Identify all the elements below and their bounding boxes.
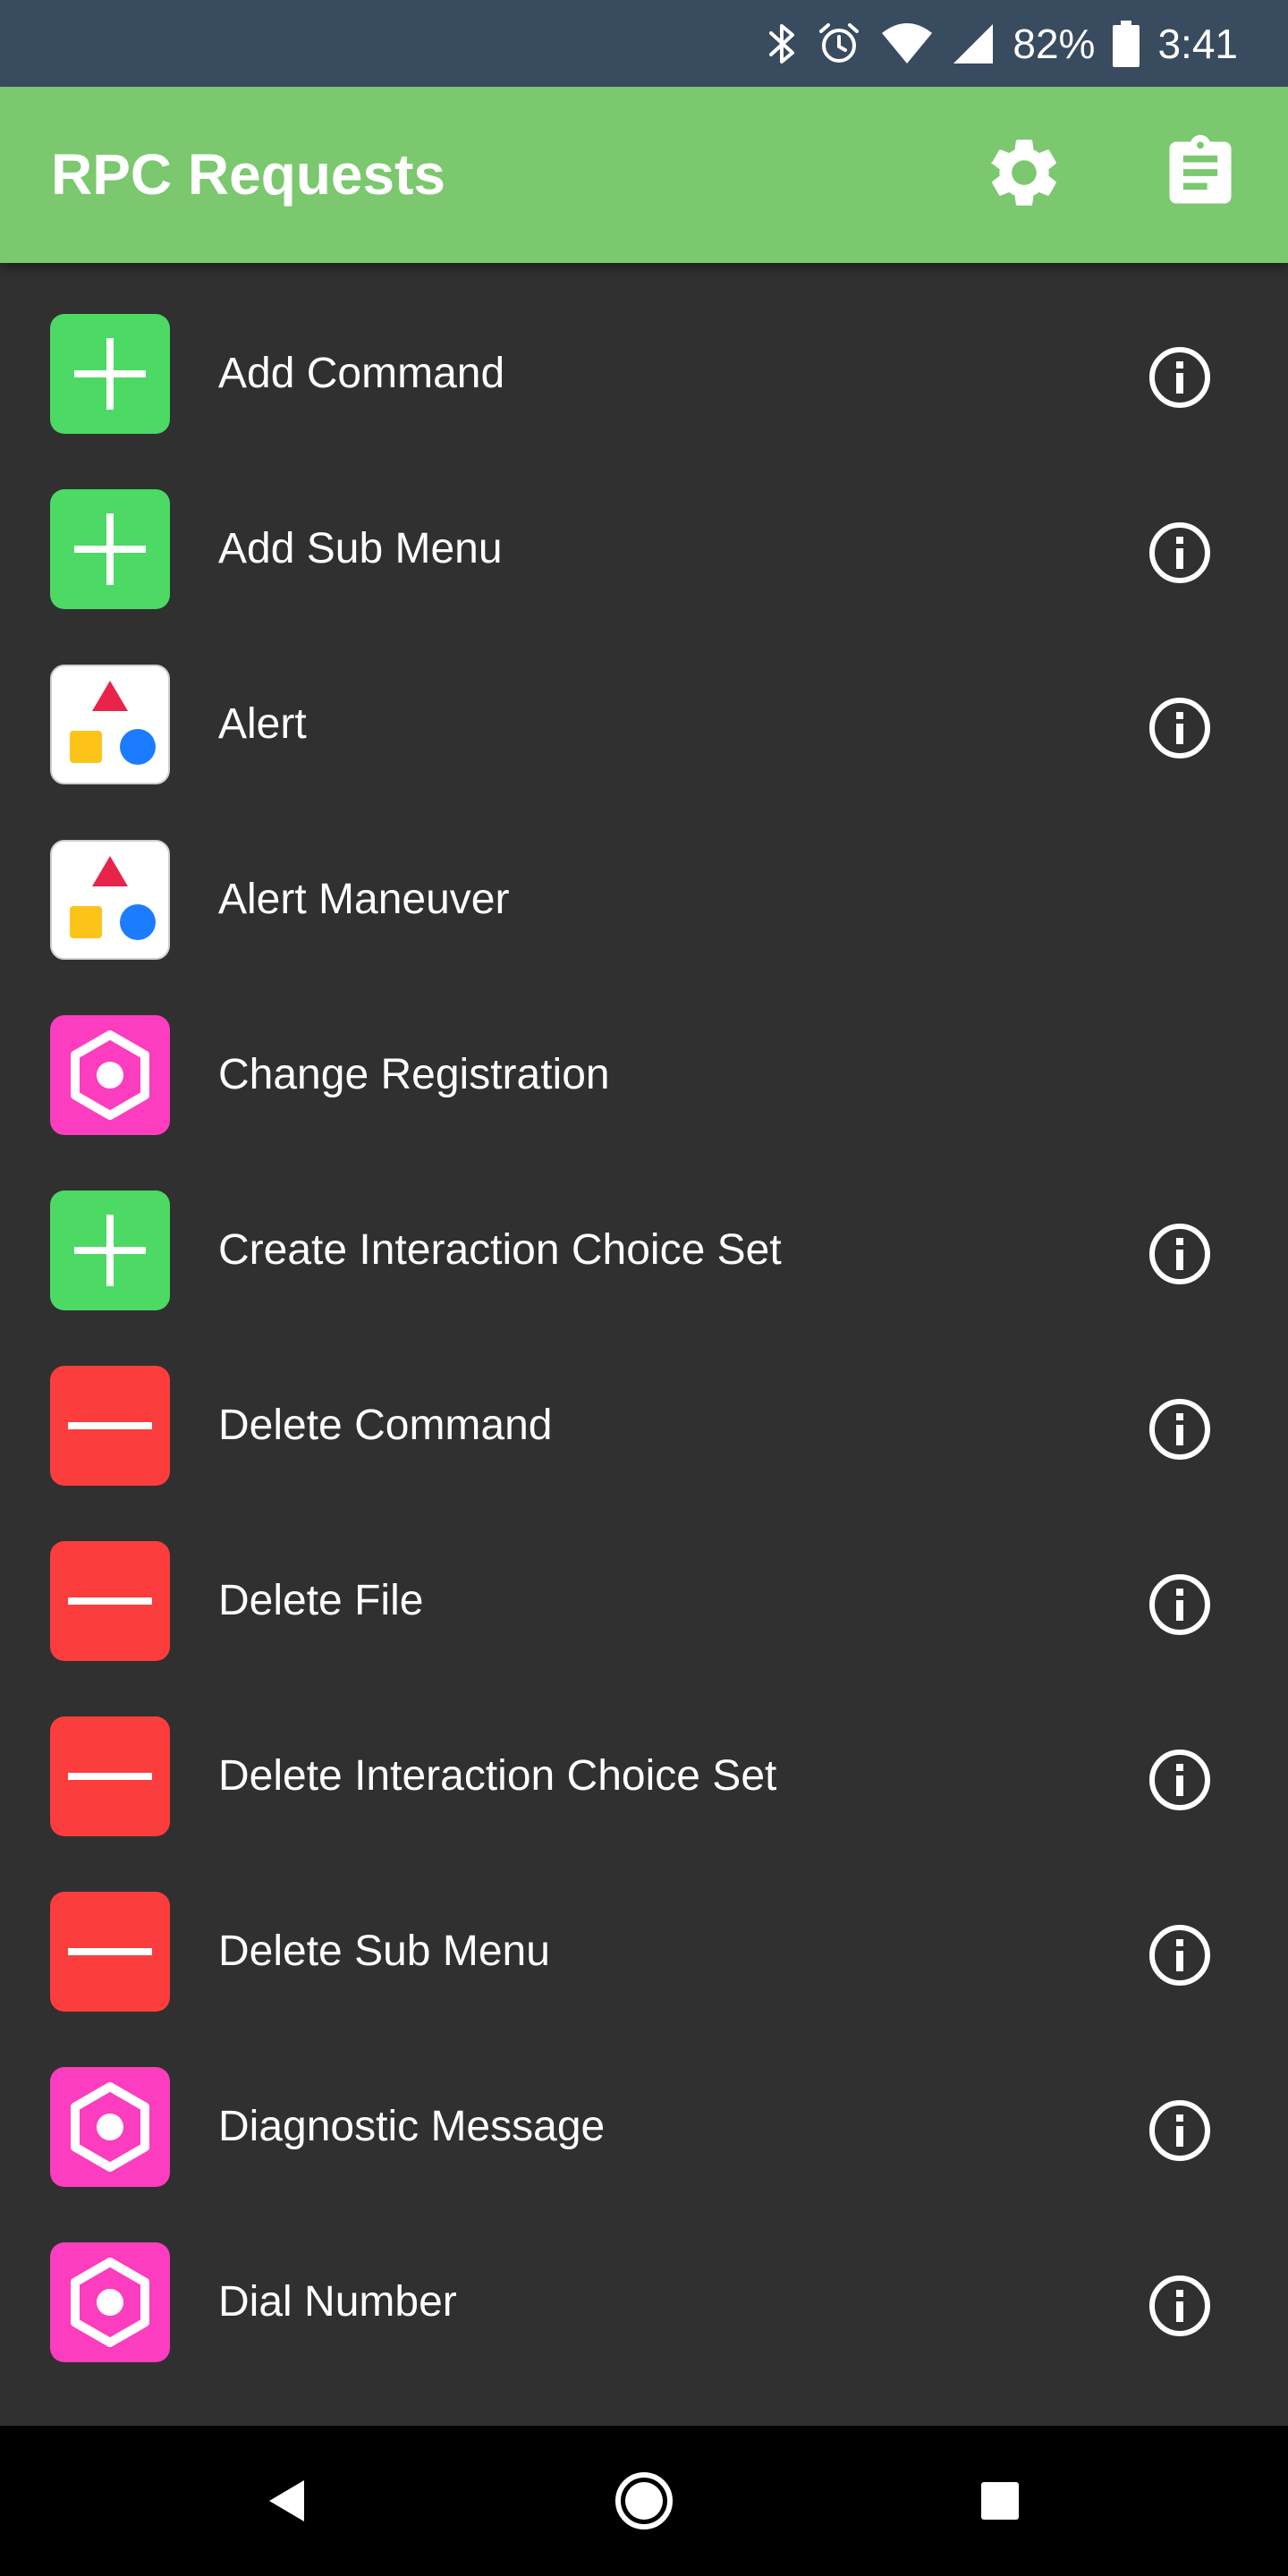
home-button[interactable]	[599, 2456, 689, 2546]
clipboard-button[interactable]	[1156, 130, 1245, 219]
list-item-label: Dial Number	[218, 2278, 457, 2326]
info-button[interactable]	[1148, 521, 1212, 585]
info-icon	[1149, 2275, 1210, 2336]
add-icon	[50, 314, 170, 434]
list-item[interactable]: Delete Sub Menu	[0, 1841, 1288, 2016]
recents-button[interactable]	[955, 2456, 1045, 2546]
info-icon	[1149, 1750, 1210, 1810]
info-icon	[1149, 2100, 1210, 2161]
list-item[interactable]: Delete Interaction Choice Set	[0, 1665, 1288, 1841]
settings-button[interactable]	[979, 130, 1069, 219]
shapes-icon	[50, 665, 170, 784]
info-icon	[1149, 1399, 1210, 1460]
recents-icon	[981, 2482, 1019, 2520]
settings-icon	[983, 131, 1065, 218]
list-item[interactable]: Delete Command	[0, 1315, 1288, 1490]
info-button[interactable]	[1148, 1572, 1212, 1637]
info-icon	[1149, 1574, 1210, 1635]
list-item-label: Change Registration	[218, 1051, 610, 1098]
list-item-label: Delete File	[218, 1577, 424, 1624]
add-icon	[50, 489, 170, 609]
app-bar: RPC Requests	[0, 87, 1288, 263]
wifi-icon	[880, 22, 934, 65]
clipboard-icon	[1159, 131, 1241, 218]
list-item-label: Diagnostic Message	[218, 2103, 606, 2150]
list-item-label: Add Sub Menu	[218, 525, 503, 572]
back-button[interactable]	[242, 2456, 331, 2546]
info-icon	[1149, 522, 1210, 583]
list-item[interactable]: Alert Maneuver	[0, 789, 1288, 964]
list-item[interactable]: Create Interaction Choice Set	[0, 1140, 1288, 1315]
list-item[interactable]: Change Registration	[0, 964, 1288, 1140]
list-item-label: Add Command	[218, 350, 505, 397]
info-button[interactable]	[1148, 2098, 1212, 2163]
home-icon	[615, 2472, 673, 2529]
remove-icon	[50, 1541, 170, 1661]
info-button[interactable]	[1148, 345, 1212, 410]
list-item[interactable]: Add Command	[0, 263, 1288, 438]
battery-icon	[1113, 20, 1140, 67]
shapes-icon	[50, 840, 170, 960]
hexagon-icon	[50, 2067, 170, 2187]
status-bar: 82% 3:41	[0, 0, 1288, 87]
back-icon	[269, 2480, 304, 2521]
page-title: RPC Requests	[51, 142, 445, 207]
hexagon-icon	[50, 2242, 170, 2362]
info-icon	[1149, 1224, 1210, 1284]
info-button[interactable]	[1148, 1748, 1212, 1812]
info-button[interactable]	[1148, 1397, 1212, 1462]
list-item[interactable]: Add Sub Menu	[0, 438, 1288, 614]
info-button[interactable]	[1148, 1222, 1212, 1286]
remove-icon	[50, 1366, 170, 1486]
list-item[interactable]: Delete File	[0, 1490, 1288, 1665]
list-item[interactable]: Diagnostic Message	[0, 2016, 1288, 2191]
navigation-bar	[0, 2426, 1288, 2576]
info-button[interactable]	[1148, 2274, 1212, 2338]
info-button[interactable]	[1148, 1923, 1212, 1987]
list-item-label: Delete Interaction Choice Set	[218, 1752, 777, 1800]
info-icon	[1149, 1925, 1210, 1986]
list-item-label: Delete Command	[218, 1402, 553, 1449]
list-item-label: Create Interaction Choice Set	[218, 1226, 782, 1274]
alarm-icon	[816, 21, 862, 67]
list-item[interactable]: Dial Number	[0, 2191, 1288, 2367]
list-item[interactable]: Alert	[0, 614, 1288, 789]
list-item-label: Alert Maneuver	[218, 876, 510, 923]
hexagon-icon	[50, 1015, 170, 1135]
info-icon	[1149, 698, 1210, 758]
bluetooth-icon	[766, 21, 798, 67]
clock: 3:41	[1157, 20, 1238, 67]
rpc-request-list: Add Command Add Sub Menu Alert Alert Man…	[0, 263, 1288, 2374]
remove-icon	[50, 1716, 170, 1836]
list-item-label: Alert	[218, 700, 307, 748]
add-icon	[50, 1191, 170, 1310]
info-icon	[1149, 347, 1210, 408]
remove-icon	[50, 1892, 170, 2012]
info-button[interactable]	[1148, 696, 1212, 760]
status-icons: 82% 3:41	[766, 0, 1238, 87]
list-item-label: Delete Sub Menu	[218, 1928, 550, 1975]
cell-signal-icon	[952, 22, 995, 65]
battery-percent: 82%	[1013, 20, 1096, 67]
